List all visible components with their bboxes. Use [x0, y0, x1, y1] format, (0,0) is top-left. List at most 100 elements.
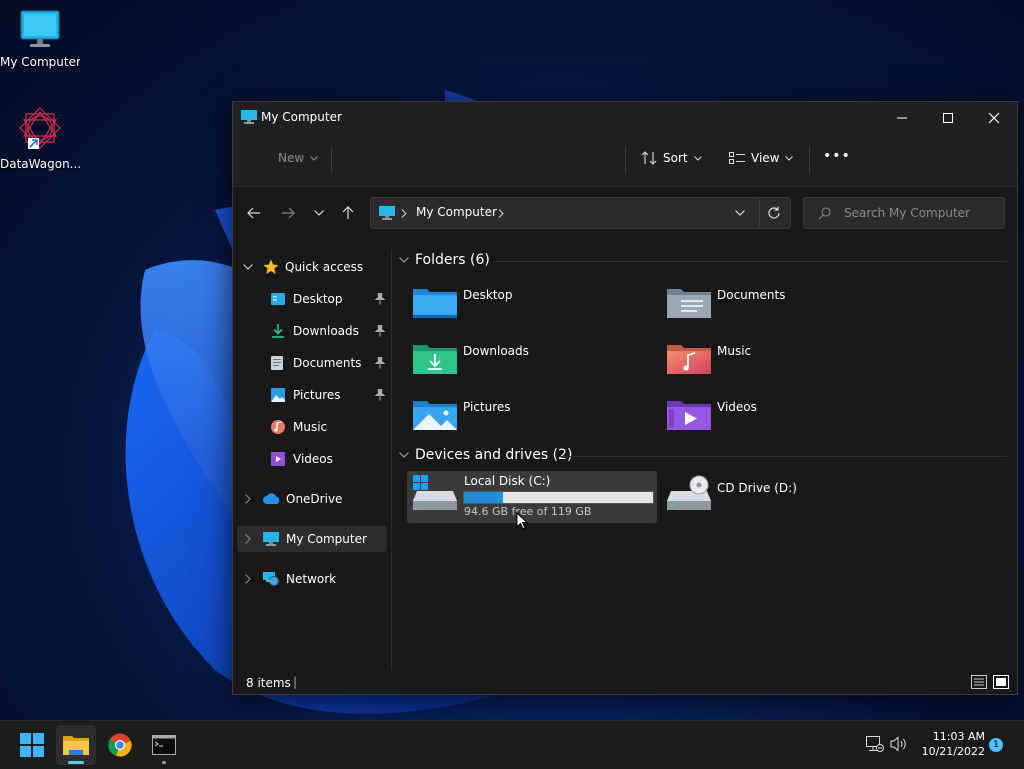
arrow-right-icon — [282, 207, 295, 219]
download-icon — [272, 324, 284, 338]
datawagon-shortcut-icon — [19, 107, 61, 149]
sidebar-item-network[interactable]: Network — [237, 566, 387, 592]
navigation-pane: Quick access Desktop Downloads Documents… — [233, 250, 392, 670]
recent-locations-button[interactable] — [309, 203, 329, 223]
sort-button[interactable]: Sort — [641, 151, 702, 165]
view-button[interactable]: View — [729, 151, 794, 165]
minimize-icon — [897, 117, 907, 119]
sidebar-item-my-computer[interactable]: My Computer — [237, 526, 387, 552]
status-separator: | — [293, 675, 298, 689]
close-button[interactable] — [971, 102, 1017, 134]
sidebar-item-label: Downloads — [293, 324, 359, 338]
chevron-down-icon — [310, 155, 319, 161]
folder-tile-music[interactable]: Music — [667, 342, 917, 394]
taskbar-terminal[interactable] — [144, 725, 184, 765]
status-bar: 8 items | — [233, 672, 1017, 694]
chevron-down-icon — [785, 155, 794, 161]
breadcrumb-item[interactable]: My Computer — [416, 205, 497, 219]
group-divider — [559, 456, 1007, 457]
sidebar-item-label: My Computer — [286, 532, 367, 546]
up-button[interactable] — [338, 203, 358, 223]
hard-drive-icon — [413, 475, 457, 510]
desktop-icon-datawagon[interactable]: DataWagon... — [0, 106, 80, 171]
folder-name: Downloads — [463, 344, 529, 358]
clock[interactable]: 11:03 AM 10/21/2022 — [915, 729, 985, 759]
command-separator — [625, 146, 626, 174]
sidebar-item-label: Videos — [293, 452, 333, 466]
pin-icon[interactable] — [375, 389, 385, 401]
pin-icon[interactable] — [375, 357, 385, 369]
taskbar-chrome[interactable] — [100, 725, 140, 765]
mouse-cursor-icon — [516, 512, 528, 530]
chevron-right-icon — [245, 494, 251, 504]
minimize-button[interactable] — [879, 102, 925, 134]
forward-button[interactable] — [278, 203, 298, 223]
running-app-indicator — [162, 761, 166, 764]
pin-icon[interactable] — [375, 325, 385, 337]
pin-icon[interactable] — [375, 293, 385, 305]
sidebar-item-label: Network — [286, 572, 337, 586]
maximize-button[interactable] — [925, 102, 971, 134]
address-bar[interactable]: My Computer — [370, 197, 791, 229]
drive-tile-cd-drive-d[interactable]: CD Drive (D:) — [667, 471, 917, 523]
close-icon — [988, 112, 1000, 124]
start-icon — [20, 733, 44, 757]
search-icon — [818, 207, 831, 220]
new-button[interactable]: New — [278, 151, 319, 165]
start-button[interactable] — [12, 725, 52, 765]
back-button[interactable] — [244, 203, 264, 223]
folder-tile-desktop[interactable]: Desktop — [413, 286, 663, 338]
command-separator — [331, 146, 332, 174]
refresh-icon[interactable] — [767, 206, 781, 220]
sidebar-item-label: OneDrive — [286, 492, 343, 506]
pictures-icon — [271, 388, 285, 402]
monitor-icon — [20, 10, 60, 47]
folder-name: Videos — [717, 400, 757, 414]
folder-tile-documents[interactable]: Documents — [667, 286, 917, 338]
sidebar-item-desktop[interactable]: Desktop — [237, 286, 387, 312]
sidebar-item-pictures[interactable]: Pictures — [237, 382, 387, 408]
group-divider — [493, 261, 1007, 262]
desktop-icon-my-computer[interactable]: My Computer — [0, 8, 80, 69]
chevron-down-icon — [693, 155, 702, 161]
sidebar-item-label: Documents — [293, 356, 362, 370]
drive-name: CD Drive (D:) — [717, 481, 797, 495]
search-box[interactable]: Search My Computer — [803, 197, 1005, 229]
drives-group-header[interactable]: Devices and drives (2) — [399, 447, 572, 463]
title-bar[interactable]: My Computer — [233, 102, 1017, 134]
drive-tile-local-disk-c[interactable]: Local Disk (C:) 94.6 GB free of 119 GB — [407, 471, 657, 523]
chevron-down-icon — [243, 264, 253, 270]
network-status-icon[interactable] — [866, 736, 884, 752]
window-title: My Computer — [261, 110, 342, 124]
sidebar-item-music[interactable]: Music — [237, 414, 387, 440]
details-view-icon[interactable] — [971, 675, 987, 689]
sidebar-item-downloads[interactable]: Downloads — [237, 318, 387, 344]
sort-icon — [641, 151, 657, 165]
folder-tile-videos[interactable]: Videos — [667, 398, 917, 450]
active-app-indicator — [68, 761, 84, 764]
folder-tile-downloads[interactable]: Downloads — [413, 342, 663, 394]
chevron-down-icon[interactable] — [735, 210, 745, 216]
videos-folder-icon — [667, 401, 711, 430]
chrome-icon — [108, 733, 132, 757]
folders-group-header[interactable]: Folders (6) — [399, 252, 490, 268]
tiles-view-icon[interactable] — [993, 675, 1009, 689]
chevron-right-icon — [498, 209, 504, 218]
command-bar: New Sort View ••• — [233, 134, 1017, 187]
volume-icon[interactable] — [890, 736, 908, 752]
monitor-icon — [241, 110, 257, 124]
more-options-button[interactable]: ••• — [823, 148, 851, 164]
folder-tile-pictures[interactable]: Pictures — [413, 398, 663, 450]
sidebar-item-videos[interactable]: Videos — [237, 446, 387, 472]
taskbar-file-explorer[interactable] — [56, 725, 96, 765]
sidebar-item-label: Music — [293, 420, 328, 434]
taskbar: 11:03 AM 10/21/2022 1 — [0, 720, 1024, 769]
navigation-row: My Computer Search My Computer — [233, 187, 1017, 239]
notification-badge[interactable]: 1 — [989, 738, 1003, 752]
sidebar-item-quick-access[interactable]: Quick access — [237, 254, 387, 280]
documents-folder-icon — [667, 289, 711, 318]
folders-group-title: Folders (6) — [415, 252, 490, 268]
sidebar-item-onedrive[interactable]: OneDrive — [237, 486, 387, 512]
sidebar-item-documents[interactable]: Documents — [237, 350, 387, 376]
drives-group-title: Devices and drives (2) — [415, 447, 573, 463]
